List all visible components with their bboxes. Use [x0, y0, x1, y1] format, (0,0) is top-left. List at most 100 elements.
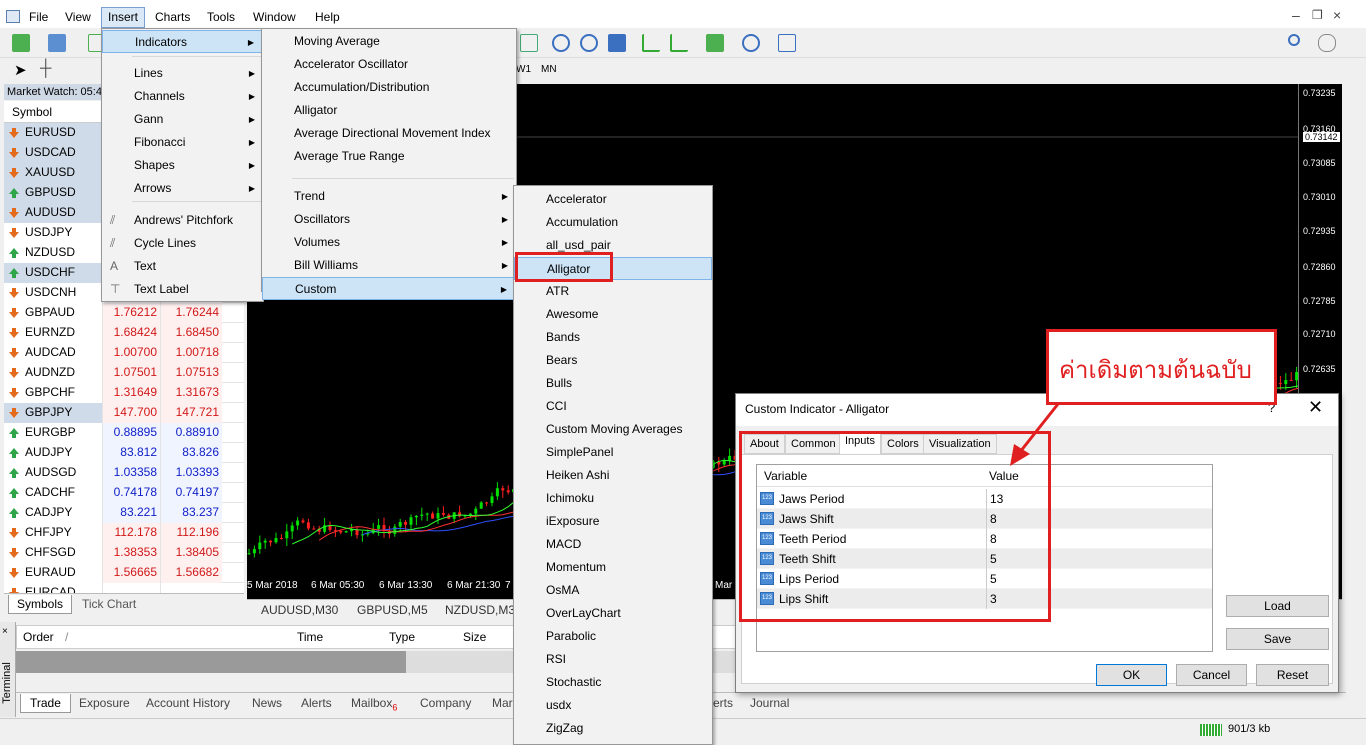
- list-item[interactable]: EURCAD: [4, 583, 244, 593]
- custom-indicator-item[interactable]: MACD: [514, 533, 712, 556]
- chart-tab[interactable]: AUDUSD,M30: [261, 603, 338, 617]
- custom-indicator-item[interactable]: Heiken Ashi: [514, 464, 712, 487]
- search-icon[interactable]: [1288, 34, 1300, 46]
- column-type[interactable]: Type: [389, 630, 415, 644]
- indicator-item[interactable]: Accelerator Oscillator: [262, 53, 516, 76]
- list-item[interactable]: GBPCHF 1.31649 1.31673: [4, 383, 244, 403]
- indicator-item[interactable]: Moving Average: [262, 30, 516, 53]
- list-item[interactable]: AUDSGD 1.03358 1.03393: [4, 463, 244, 483]
- custom-indicator-item[interactable]: Accelerator: [514, 188, 712, 211]
- indicator-group-custom[interactable]: Custom ▶: [262, 277, 516, 300]
- list-item[interactable]: EURNZD 1.68424 1.68450: [4, 323, 244, 343]
- menu-item-fibonacci[interactable]: Fibonacci ▶: [102, 131, 263, 154]
- menu-item-shapes[interactable]: Shapes ▶: [102, 154, 263, 177]
- column-order[interactable]: Order: [23, 630, 54, 644]
- custom-indicator-item[interactable]: Bears: [514, 349, 712, 372]
- menu-help[interactable]: Help: [315, 10, 340, 24]
- menu-item-andrews-pitchfork[interactable]: Andrews' Pitchfork ⫽: [102, 209, 263, 232]
- indicator-group-volumes[interactable]: Volumes ▶: [262, 231, 516, 254]
- custom-indicator-item[interactable]: Parabolic: [514, 625, 712, 648]
- period-w1[interactable]: W1: [516, 64, 531, 75]
- menu-item-cycle-lines[interactable]: Cycle Lines ⫽: [102, 232, 263, 255]
- list-item[interactable]: GBPAUD 1.76212 1.76244: [4, 303, 244, 323]
- zoom-in-icon[interactable]: [552, 34, 570, 52]
- chart-shift-icon[interactable]: [642, 34, 660, 52]
- column-symbol[interactable]: Symbol: [12, 105, 52, 119]
- menu-tools[interactable]: Tools: [207, 10, 235, 24]
- menu-item-indicators[interactable]: Indicators ▶: [102, 30, 263, 53]
- templates-icon[interactable]: [778, 34, 796, 52]
- crosshair-icon[interactable]: ┼: [40, 60, 51, 78]
- indicator-item[interactable]: Average Directional Movement Index: [262, 122, 516, 145]
- tab-trade[interactable]: Trade: [20, 694, 71, 713]
- custom-indicator-item[interactable]: Stochastic: [514, 671, 712, 694]
- profiles-icon[interactable]: [48, 34, 66, 52]
- menu-view[interactable]: View: [65, 10, 91, 24]
- menu-charts[interactable]: Charts: [155, 10, 190, 24]
- menu-window[interactable]: Window: [253, 10, 296, 24]
- list-item[interactable]: CHFSGD 1.38353 1.38405: [4, 543, 244, 563]
- restore-icon[interactable]: ❐: [1312, 8, 1323, 22]
- list-item[interactable]: CADCHF 0.74178 0.74197: [4, 483, 244, 503]
- menu-item-gann[interactable]: Gann ▶: [102, 108, 263, 131]
- new-chart-icon[interactable]: [12, 34, 30, 52]
- list-item[interactable]: EURAUD 1.56665 1.56682: [4, 563, 244, 583]
- custom-indicator-item[interactable]: OverLayChart: [514, 602, 712, 625]
- custom-indicator-item[interactable]: Bands: [514, 326, 712, 349]
- menu-item-text-label[interactable]: Text Label ⊤: [102, 278, 263, 301]
- custom-indicator-item[interactable]: Momentum: [514, 556, 712, 579]
- cursor-icon[interactable]: ➤: [14, 61, 27, 79]
- load-button[interactable]: Load: [1226, 595, 1329, 617]
- chart-tab[interactable]: GBPUSD,M5: [357, 603, 428, 617]
- menu-item-channels[interactable]: Channels ▶: [102, 85, 263, 108]
- cancel-button[interactable]: Cancel: [1176, 664, 1247, 686]
- autoscroll-icon[interactable]: [670, 34, 688, 52]
- periods-icon[interactable]: [742, 34, 760, 52]
- reset-button[interactable]: Reset: [1256, 664, 1329, 686]
- tab-tick-chart[interactable]: Tick Chart: [82, 597, 136, 611]
- tab-company[interactable]: Company: [420, 696, 471, 710]
- list-item[interactable]: GBPJPY 147.700 147.721: [4, 403, 244, 423]
- custom-indicator-item[interactable]: SimplePanel: [514, 441, 712, 464]
- indicator-item[interactable]: Accumulation/Distribution: [262, 76, 516, 99]
- save-button[interactable]: Save: [1226, 628, 1329, 650]
- custom-indicator-item[interactable]: RSI: [514, 648, 712, 671]
- tab-mailbox[interactable]: Mailbox6: [351, 696, 397, 712]
- menu-item-arrows[interactable]: Arrows ▶: [102, 177, 263, 200]
- custom-indicator-item[interactable]: OsMA: [514, 579, 712, 602]
- zoom-out-icon[interactable]: [580, 34, 598, 52]
- minimize-icon[interactable]: –: [1292, 7, 1300, 23]
- chart-bar-icon[interactable]: [520, 34, 538, 52]
- custom-indicator-item[interactable]: ATR: [514, 280, 712, 303]
- list-item[interactable]: AUDCAD 1.00700 1.00718: [4, 343, 244, 363]
- indicator-item[interactable]: Average True Range: [262, 145, 516, 168]
- tab-alerts-2[interactable]: erts: [713, 696, 733, 710]
- indicator-group-oscillators[interactable]: Oscillators ▶: [262, 208, 516, 231]
- tab-account-history[interactable]: Account History: [146, 696, 230, 710]
- ok-button[interactable]: OK: [1096, 664, 1167, 686]
- tab-exposure[interactable]: Exposure: [79, 696, 130, 710]
- custom-indicator-item[interactable]: Accumulation: [514, 211, 712, 234]
- tab-market[interactable]: Mar: [492, 696, 513, 710]
- chat-icon[interactable]: [1318, 34, 1336, 52]
- menu-insert[interactable]: Insert: [101, 7, 146, 28]
- custom-indicator-item[interactable]: iExposure: [514, 510, 712, 533]
- chart-tab[interactable]: NZDUSD,M3: [445, 603, 515, 617]
- tab-symbols[interactable]: Symbols: [8, 595, 73, 614]
- list-item[interactable]: CADJPY 83.221 83.237: [4, 503, 244, 523]
- indicator-group-trend[interactable]: Trend ▶: [262, 185, 516, 208]
- custom-indicator-item[interactable]: CCI: [514, 395, 712, 418]
- tile-windows-icon[interactable]: [608, 34, 626, 52]
- period-mn[interactable]: MN: [541, 64, 557, 75]
- menu-file[interactable]: File: [29, 10, 48, 24]
- column-time[interactable]: Time: [297, 630, 323, 644]
- close-icon[interactable]: ×: [1333, 7, 1341, 23]
- indicators-icon[interactable]: [706, 34, 724, 52]
- indicator-group-bill-williams[interactable]: Bill Williams ▶: [262, 254, 516, 277]
- column-size[interactable]: Size: [463, 630, 486, 644]
- tab-news[interactable]: News: [252, 696, 282, 710]
- custom-indicator-item[interactable]: Bulls: [514, 372, 712, 395]
- dialog-close-icon[interactable]: ✕: [1308, 397, 1323, 418]
- list-item[interactable]: EURGBP 0.88895 0.88910: [4, 423, 244, 443]
- menu-item-text[interactable]: Text A: [102, 255, 263, 278]
